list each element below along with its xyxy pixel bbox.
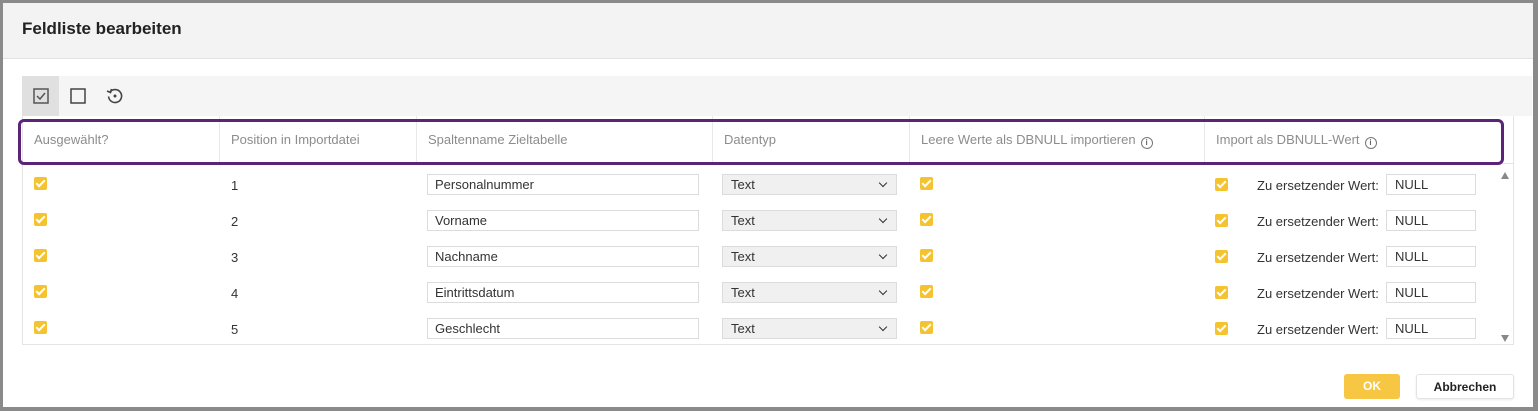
column-header-position[interactable]: Position in Importdatei [220,116,417,163]
checkbox-unchecked-icon [69,88,86,104]
edit-field-list-dialog: Feldliste bearbeiten Ausgewählt? Positio… [3,3,1533,407]
table-row: 3 Nachname Text Zu ersetzender Wert: NUL… [23,239,1498,275]
empty-as-dbnull-checkbox[interactable] [920,213,933,226]
import-as-dbnull-checkbox[interactable] [1215,286,1228,299]
checkbox-checked-icon [32,88,49,104]
column-name-input[interactable]: Vorname [427,210,699,231]
deselect-all-button[interactable] [59,76,96,116]
cancel-button[interactable]: Abbrechen [1416,374,1514,399]
selected-checkbox[interactable] [34,249,47,262]
import-as-dbnull-checkbox[interactable] [1215,322,1228,335]
column-header-import-as-dbnull[interactable]: Import als DBNULL-Wert i [1205,116,1513,163]
empty-as-dbnull-checkbox[interactable] [920,177,933,190]
dialog-title: Feldliste bearbeiten [22,19,182,38]
datatype-select[interactable]: Text [722,282,897,303]
import-as-dbnull-checkbox[interactable] [1215,214,1228,227]
selected-checkbox[interactable] [34,213,47,226]
info-icon[interactable]: i [1140,137,1153,149]
scroll-down-arrow[interactable] [1501,335,1509,342]
replace-value-input[interactable]: NULL [1386,210,1476,231]
empty-as-dbnull-checkbox[interactable] [920,249,933,262]
toolbar [22,76,1532,116]
position-cell: 5 [231,322,239,337]
selected-checkbox[interactable] [34,177,47,190]
replace-value-input[interactable]: NULL [1386,246,1476,267]
replace-value-label: Zu ersetzender Wert: [1257,214,1379,229]
field-list-grid: Ausgewählt? Position in Importdatei Spal… [22,116,1514,345]
empty-as-dbnull-checkbox[interactable] [920,321,933,334]
table-row: 4 Eintrittsdatum Text Zu ersetzender Wer… [23,275,1498,311]
info-icon[interactable]: i [1364,137,1377,149]
replace-value-input[interactable]: NULL [1386,282,1476,303]
selected-checkbox[interactable] [34,321,47,334]
column-name-input[interactable]: Geschlecht [427,318,699,339]
ok-button[interactable]: OK [1344,374,1400,399]
chevron-down-icon [878,178,888,188]
grid-header: Ausgewählt? Position in Importdatei Spal… [23,116,1513,164]
datatype-select[interactable]: Text [722,210,897,231]
column-name-input[interactable]: Nachname [427,246,699,267]
reset-button[interactable] [96,76,133,116]
column-header-empty-as-dbnull[interactable]: Leere Werte als DBNULL importieren i [910,116,1205,163]
import-as-dbnull-checkbox[interactable] [1215,250,1228,263]
import-as-dbnull-checkbox[interactable] [1215,178,1228,191]
datatype-select[interactable]: Text [722,318,897,339]
position-cell: 2 [231,214,239,229]
chevron-down-icon [878,286,888,296]
replace-value-input[interactable]: NULL [1386,318,1476,339]
replace-value-label: Zu ersetzender Wert: [1257,286,1379,301]
chevron-down-icon [878,214,888,224]
column-header-target-column[interactable]: Spaltenname Zieltabelle [417,116,713,163]
table-row: 2 Vorname Text Zu ersetzender Wert: NULL [23,203,1498,239]
chevron-down-icon [878,250,888,260]
position-cell: 3 [231,250,239,265]
table-row: 1 Personalnummer Text Zu ersetzender Wer… [23,167,1498,203]
replace-value-input[interactable]: NULL [1386,174,1476,195]
reset-icon [106,88,122,104]
dialog-header: Feldliste bearbeiten [3,3,1533,59]
replace-value-label: Zu ersetzender Wert: [1257,322,1379,337]
replace-value-label: Zu ersetzender Wert: [1257,250,1379,265]
replace-value-label: Zu ersetzender Wert: [1257,178,1379,193]
position-cell: 1 [231,178,239,193]
empty-as-dbnull-checkbox[interactable] [920,285,933,298]
selected-checkbox[interactable] [34,285,47,298]
column-name-input[interactable]: Personalnummer [427,174,699,195]
select-all-button[interactable] [22,76,59,116]
position-cell: 4 [231,286,239,301]
datatype-select[interactable]: Text [722,174,897,195]
datatype-select[interactable]: Text [722,246,897,267]
scroll-up-arrow[interactable] [1501,172,1509,179]
column-header-datatype[interactable]: Datentyp [713,116,910,163]
column-header-selected[interactable]: Ausgewählt? [23,116,220,163]
chevron-down-icon [878,322,888,332]
table-row: 5 Geschlecht Text Zu ersetzender Wert: N… [23,311,1498,347]
column-name-input[interactable]: Eintrittsdatum [427,282,699,303]
